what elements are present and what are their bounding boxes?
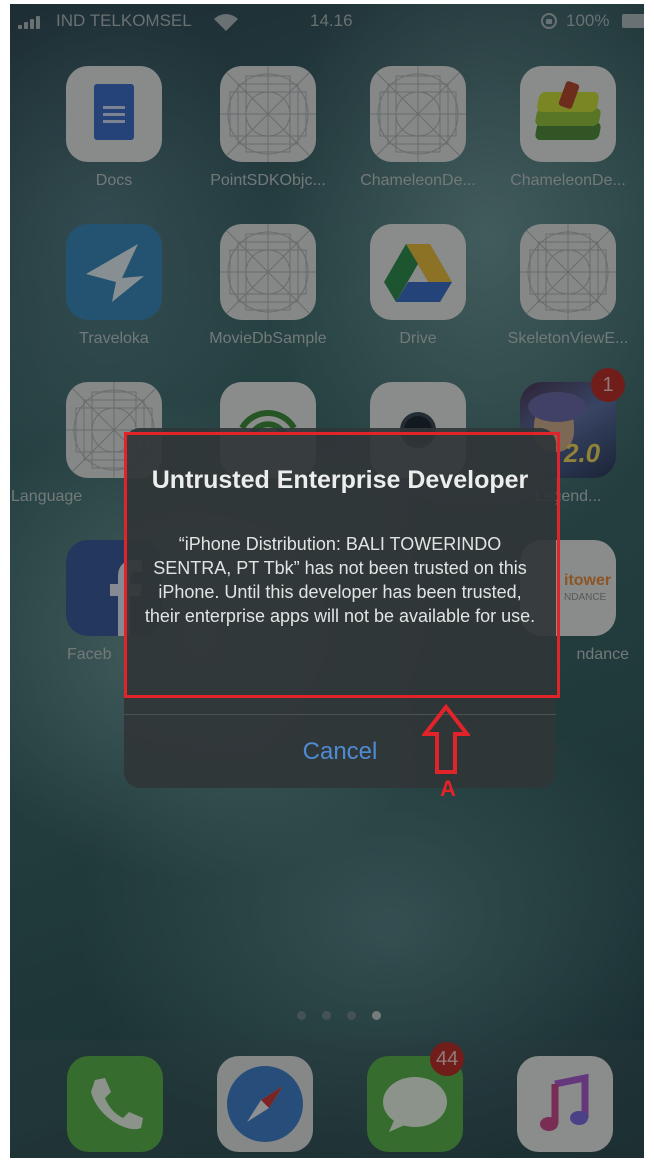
cancel-button[interactable]: Cancel [124, 715, 556, 788]
home-screen: IND TELKOMSEL 14.16 100% Docs PointSDKOb… [10, 4, 644, 1158]
annotation-arrow-up-icon [422, 704, 470, 774]
annotation-highlight-box [124, 432, 560, 698]
annotation-label: A [440, 776, 456, 801]
